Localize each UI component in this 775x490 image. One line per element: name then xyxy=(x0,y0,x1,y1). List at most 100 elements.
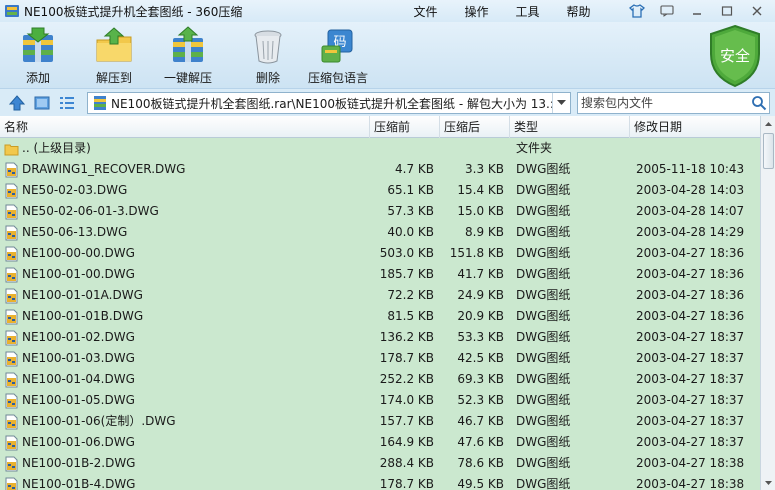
file-row[interactable]: NE100-01B-2.DWG 288.4 KB 78.6 KB DWG图纸 2003-… xyxy=(0,453,760,474)
dwg-file-icon xyxy=(5,372,18,387)
file-type: DWG图纸 xyxy=(516,246,571,260)
file-name: NE100-01-01A.DWG xyxy=(22,288,143,302)
folder-icon xyxy=(4,144,19,155)
archive-path-text: NE100板链式提升机全套图纸.rar\NE100板链式提升机全套图纸 - 解包… xyxy=(111,96,552,111)
compressed-before-size: 157.7 KB xyxy=(379,414,434,428)
archive-path-field[interactable]: NE100板链式提升机全套图纸.rar\NE100板链式提升机全套图纸 - 解包… xyxy=(87,92,571,114)
file-name-cell: NE100-00-00.DWG xyxy=(4,243,135,264)
search-box xyxy=(577,92,770,114)
delete-button[interactable]: 删除 xyxy=(248,26,288,86)
file-type: DWG图纸 xyxy=(516,372,571,386)
file-row[interactable]: NE100-01B-4.DWG 178.7 KB 49.5 KB DWG图纸 2003-… xyxy=(0,474,760,490)
file-type: 文件夹 xyxy=(516,141,553,155)
dwg-file-icon xyxy=(5,330,18,345)
file-row[interactable]: NE100-00-00.DWG 503.0 KB 151.8 KB DWG图纸 2003… xyxy=(0,243,760,264)
modified-date: 2003-04-28 14:07 xyxy=(636,204,745,218)
one-click-extract-button[interactable]: 一键解压 xyxy=(164,26,212,86)
security-badge[interactable]: 安全 xyxy=(707,24,763,88)
path-dropdown-button[interactable] xyxy=(552,93,570,113)
menu-help[interactable]: 帮助 xyxy=(553,3,604,20)
menu-file[interactable]: 文件 xyxy=(400,3,451,20)
dwg-file-icon xyxy=(5,393,18,408)
file-type: DWG图纸 xyxy=(516,330,571,344)
file-row[interactable]: NE100-01-02.DWG 136.2 KB 53.3 KB DWG图纸 2003-… xyxy=(0,327,760,348)
menu-tools[interactable]: 工具 xyxy=(502,3,553,20)
file-name: NE100-01-00.DWG xyxy=(22,267,135,281)
file-type: DWG图纸 xyxy=(516,204,571,218)
compressed-after-size: 52.3 KB xyxy=(457,393,504,407)
skin-button[interactable] xyxy=(625,2,649,19)
scroll-up-button[interactable] xyxy=(761,116,775,131)
file-row[interactable]: NE100-01-01B.DWG 81.5 KB 20.9 KB DWG图纸 2003-… xyxy=(0,306,760,327)
feedback-button[interactable] xyxy=(655,2,679,19)
search-input[interactable] xyxy=(578,93,746,113)
column-name[interactable]: 名称 xyxy=(0,116,370,138)
file-row[interactable]: NE100-01-05.DWG 174.0 KB 52.3 KB DWG图纸 2003-… xyxy=(0,390,760,411)
modified-date: 2003-04-27 18:37 xyxy=(636,435,745,449)
menu-bar: 文件 操作 工具 帮助 xyxy=(400,0,604,22)
column-type[interactable]: 类型 xyxy=(510,116,630,138)
file-name: NE100-01-06(定制）.DWG xyxy=(22,414,176,428)
file-row[interactable]: NE100-01-04.DWG 252.2 KB 69.3 KB DWG图纸 2003-… xyxy=(0,369,760,390)
minimize-button[interactable] xyxy=(685,2,709,19)
close-icon xyxy=(752,6,762,15)
one-click-extract-label: 一键解压 xyxy=(164,71,213,85)
search-icon[interactable] xyxy=(751,95,767,111)
file-row[interactable]: NE100-01-06.DWG 164.9 KB 47.6 KB DWG图纸 2003-… xyxy=(0,432,760,453)
up-arrow-icon[interactable] xyxy=(8,94,26,112)
add-icon xyxy=(23,27,53,62)
file-name-cell: NE100-01-05.DWG xyxy=(4,390,135,411)
file-row[interactable]: NE50-02-06-01-3.DWG 57.3 KB 15.0 KB DWG图纸 20… xyxy=(0,201,760,222)
file-name: NE50-02-06-01-3.DWG xyxy=(22,204,159,218)
archive-language-button[interactable]: 码 压缩包语言 xyxy=(308,26,368,86)
extract-to-button[interactable]: 解压到 xyxy=(94,26,134,86)
maximize-button[interactable] xyxy=(715,2,739,19)
file-name: NE100-01-05.DWG xyxy=(22,393,135,407)
file-rows: .. (上级目录) 文件夹 DRAWING1_RECOVER.DWG 4.7 KB 3.… xyxy=(0,138,760,490)
scrollbar-thumb[interactable] xyxy=(763,133,774,169)
dwg-file-icon xyxy=(5,351,18,366)
file-row[interactable]: NE100-01-06(定制）.DWG 157.7 KB 46.7 KB DWG图纸 2… xyxy=(0,411,760,432)
file-row[interactable]: NE100-01-00.DWG 185.7 KB 41.7 KB DWG图纸 2003-… xyxy=(0,264,760,285)
file-type: DWG图纸 xyxy=(516,477,571,490)
menu-operations[interactable]: 操作 xyxy=(451,3,502,20)
modified-date: 2003-04-28 14:29 xyxy=(636,225,745,239)
compressed-before-size: 4.7 KB xyxy=(395,162,434,176)
column-modified[interactable]: 修改日期 xyxy=(630,116,760,138)
dwg-file-icon xyxy=(5,435,18,450)
compressed-before-size: 164.9 KB xyxy=(379,435,434,449)
file-type: DWG图纸 xyxy=(516,393,571,407)
window-controls xyxy=(625,2,769,19)
column-compressed-before[interactable]: 压缩前 xyxy=(370,116,440,138)
file-name-cell: .. (上级目录) xyxy=(4,138,91,159)
compressed-before-size: 174.0 KB xyxy=(379,393,434,407)
file-type: DWG图纸 xyxy=(516,456,571,470)
file-row[interactable]: NE100-01-01A.DWG 72.2 KB 24.9 KB DWG图纸 2003-… xyxy=(0,285,760,306)
vertical-scrollbar[interactable] xyxy=(760,116,775,490)
parent-folder-row[interactable]: .. (上级目录) 文件夹 xyxy=(0,138,760,159)
column-compressed-after[interactable]: 压缩后 xyxy=(440,116,510,138)
close-button[interactable] xyxy=(745,2,769,19)
dwg-file-icon xyxy=(5,456,18,471)
file-row[interactable]: DRAWING1_RECOVER.DWG 4.7 KB 3.3 KB DWG图纸 200… xyxy=(0,159,760,180)
file-row[interactable]: NE100-01-03.DWG 178.7 KB 42.5 KB DWG图纸 2003-… xyxy=(0,348,760,369)
thumbnail-view-icon[interactable] xyxy=(33,94,51,112)
list-view-icon[interactable] xyxy=(58,94,76,112)
dwg-file-icon xyxy=(5,246,18,261)
scroll-down-button[interactable] xyxy=(761,475,775,490)
dwg-file-icon xyxy=(5,204,18,219)
file-type: DWG图纸 xyxy=(516,288,571,302)
file-name-cell: DRAWING1_RECOVER.DWG xyxy=(4,159,185,180)
archive-file-icon xyxy=(94,96,106,110)
compressed-after-size: 41.7 KB xyxy=(457,267,504,281)
dwg-file-icon xyxy=(5,477,18,490)
file-row[interactable]: NE50-06-13.DWG 40.0 KB 8.9 KB DWG图纸 2003-04-… xyxy=(0,222,760,243)
file-type: DWG图纸 xyxy=(516,225,571,239)
add-button[interactable]: 添加 xyxy=(18,26,58,86)
file-list: 名称 压缩前 压缩后 类型 修改日期 .. (上级目录) 文件夹 DRAWING1_… xyxy=(0,116,775,490)
compressed-after-size: 53.3 KB xyxy=(457,330,504,344)
file-row[interactable]: NE50-02-03.DWG 65.1 KB 15.4 KB DWG图纸 2003-04… xyxy=(0,180,760,201)
file-name-cell: NE100-01-01B.DWG xyxy=(4,306,143,327)
modified-date: 2003-04-27 18:37 xyxy=(636,372,745,386)
compressed-after-size: 46.7 KB xyxy=(457,414,504,428)
